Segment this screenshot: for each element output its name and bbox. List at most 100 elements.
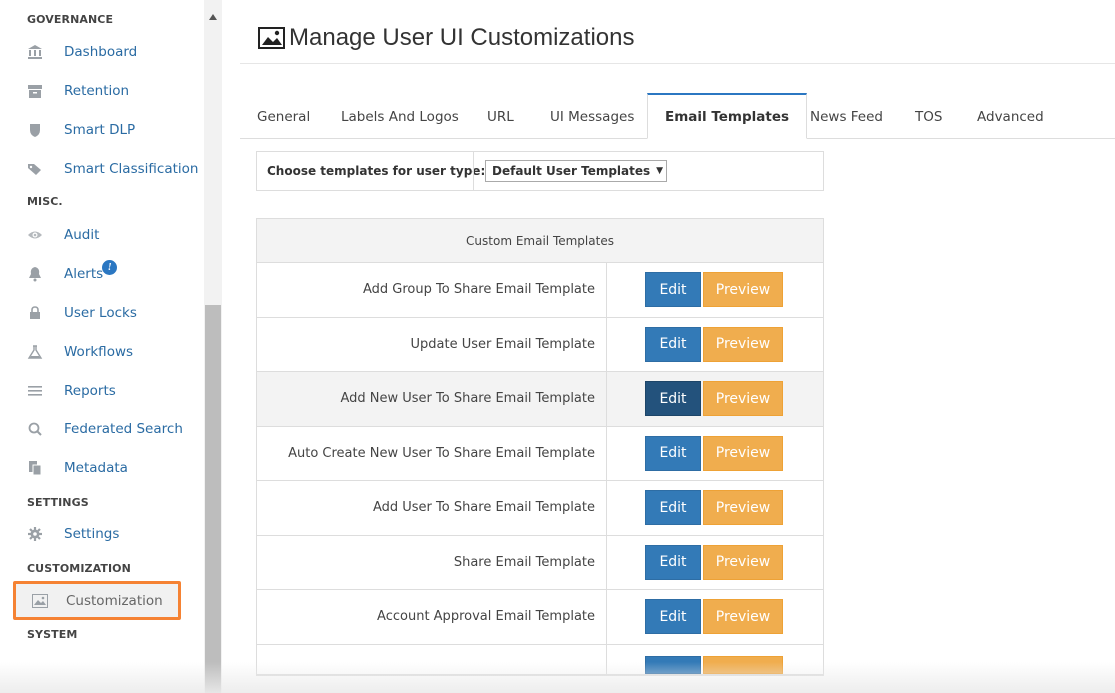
template-name: Add User To Share Email Template (257, 481, 607, 535)
tab-general[interactable]: General (257, 94, 310, 139)
select-value: Default User Templates (492, 164, 651, 178)
template-name-cell (257, 644, 607, 674)
row-actions: Edit Preview (607, 536, 823, 590)
bank-icon (27, 44, 43, 60)
tab-tos[interactable]: TOS (915, 94, 942, 139)
sidebar-item-label: Retention (64, 83, 130, 99)
sidebar-item-settings[interactable]: Settings (27, 520, 119, 548)
sidebar-nav: GOVERNANCE Dashboard Retention Smart DLP… (0, 0, 204, 693)
edit-button[interactable]: Edit (645, 435, 701, 471)
copy-icon (27, 460, 43, 476)
tab-ui-messages[interactable]: UI Messages (550, 94, 634, 139)
page-title: Manage User UI Customizations (258, 24, 634, 52)
edit-button[interactable]: Edit (645, 490, 701, 526)
table-row: Share Email Template Edit Preview (257, 535, 823, 590)
row-actions: Edit Preview (607, 318, 823, 372)
section-header-settings: SETTINGS (27, 496, 89, 509)
archive-icon (27, 83, 43, 99)
tab-news-feed[interactable]: News Feed (810, 94, 883, 139)
flask-icon (27, 344, 43, 360)
edit-button-partial[interactable] (645, 655, 701, 674)
row-actions: Edit Preview (607, 590, 823, 644)
scroll-thumb[interactable] (205, 305, 221, 693)
section-header-governance: GOVERNANCE (27, 13, 114, 26)
table-row-partial (257, 644, 823, 675)
table-row: Add Group To Share Email Template Edit P… (257, 263, 823, 318)
preview-button[interactable]: Preview (703, 599, 783, 635)
page-title-text: Manage User UI Customizations (289, 24, 635, 51)
sidebar-item-alerts[interactable]: Alerts ! (27, 259, 118, 288)
sidebar-scrollbar[interactable] (204, 0, 222, 693)
sidebar-item-user-locks[interactable]: User Locks (27, 299, 137, 327)
row-actions: Edit Preview (607, 427, 823, 481)
search-icon (27, 421, 43, 437)
sidebar-item-label: Federated Search (64, 421, 183, 437)
tab-labels-and-logos[interactable]: Labels And Logos (341, 94, 459, 139)
sidebar-item-label: Reports (64, 383, 116, 399)
sidebar-item-federated-search[interactable]: Federated Search (27, 415, 183, 443)
template-name: Account Approval Email Template (257, 590, 607, 644)
sidebar-item-workflows[interactable]: Workflows (27, 338, 133, 366)
user-type-filter: Choose templates for user type: Default … (256, 151, 824, 191)
preview-button[interactable]: Preview (703, 544, 783, 580)
sidebar-item-smart-dlp[interactable]: Smart DLP (27, 116, 135, 144)
tab-email-templates[interactable]: Email Templates (647, 93, 808, 139)
template-name: Auto Create New User To Share Email Temp… (257, 426, 607, 480)
section-header-misc: MISC. (27, 195, 63, 208)
user-type-select[interactable]: Default User Templates ▼ (485, 160, 667, 182)
lock-icon (27, 305, 43, 321)
preview-button-partial[interactable] (703, 655, 783, 674)
filter-label: Choose templates for user type: (267, 164, 486, 178)
sidebar-item-metadata[interactable]: Metadata (27, 454, 128, 482)
tab-url[interactable]: URL (487, 94, 514, 139)
preview-button[interactable]: Preview (703, 326, 783, 362)
eye-icon (27, 227, 43, 243)
sidebar-item-dashboard[interactable]: Dashboard (27, 38, 137, 66)
sidebar: GOVERNANCE Dashboard Retention Smart DLP… (0, 0, 222, 693)
preview-button[interactable]: Preview (703, 381, 783, 417)
sidebar-item-label: Customization (66, 592, 163, 609)
preview-button[interactable]: Preview (703, 490, 783, 526)
picture-icon (32, 593, 48, 609)
sidebar-item-audit[interactable]: Audit (27, 221, 99, 249)
caret-down-icon: ▼ (656, 166, 664, 176)
tags-icon (27, 161, 43, 177)
preview-button[interactable]: Preview (703, 272, 783, 308)
sidebar-item-smart-classification[interactable]: Smart Classification (27, 155, 198, 183)
edit-button[interactable]: Edit (645, 599, 701, 635)
sidebar-item-retention[interactable]: Retention (27, 77, 129, 105)
main-content: Manage User UI Customizations General La… (240, 0, 1115, 693)
template-name: Share Email Template (257, 535, 607, 589)
edit-button[interactable]: Edit (645, 272, 701, 308)
email-templates-table: Custom Email Templates Add Group To Shar… (256, 218, 824, 676)
sidebar-item-label: Metadata (64, 460, 128, 476)
sidebar-item-label: Audit (64, 227, 100, 243)
edit-button[interactable]: Edit (645, 544, 701, 580)
sidebar-item-reports[interactable]: Reports (27, 377, 116, 405)
table-row: Add User To Share Email Template Edit Pr… (257, 481, 823, 536)
filter-divider (473, 152, 474, 190)
sidebar-item-label: Dashboard (64, 44, 138, 60)
gear-icon (27, 526, 43, 542)
shield-icon (27, 122, 43, 138)
title-divider (240, 63, 1115, 64)
tab-bar: General Labels And Logos URL UI Messages… (240, 93, 1115, 139)
tab-advanced[interactable]: Advanced (977, 94, 1044, 139)
table-row: Add New User To Share Email Template Edi… (257, 372, 823, 427)
edit-button[interactable]: Edit (645, 326, 701, 362)
edit-button[interactable]: Edit (645, 381, 701, 417)
row-actions: Edit Preview (607, 481, 823, 535)
sidebar-item-customization[interactable]: Customization (13, 581, 181, 620)
sidebar-item-label: Smart Classification (64, 161, 199, 177)
alert-badge: ! (102, 259, 118, 275)
picture-icon (258, 27, 285, 49)
sidebar-item-label: Smart DLP (64, 122, 136, 138)
sidebar-item-label: Alerts (64, 266, 104, 282)
table-header: Custom Email Templates (257, 219, 823, 263)
row-actions: Edit Preview (607, 263, 823, 317)
sidebar-item-label: Settings (64, 526, 120, 542)
scroll-up-icon[interactable] (209, 14, 217, 20)
table-row: Auto Create New User To Share Email Temp… (257, 426, 823, 481)
template-name: Add Group To Share Email Template (257, 263, 607, 317)
preview-button[interactable]: Preview (703, 435, 783, 471)
